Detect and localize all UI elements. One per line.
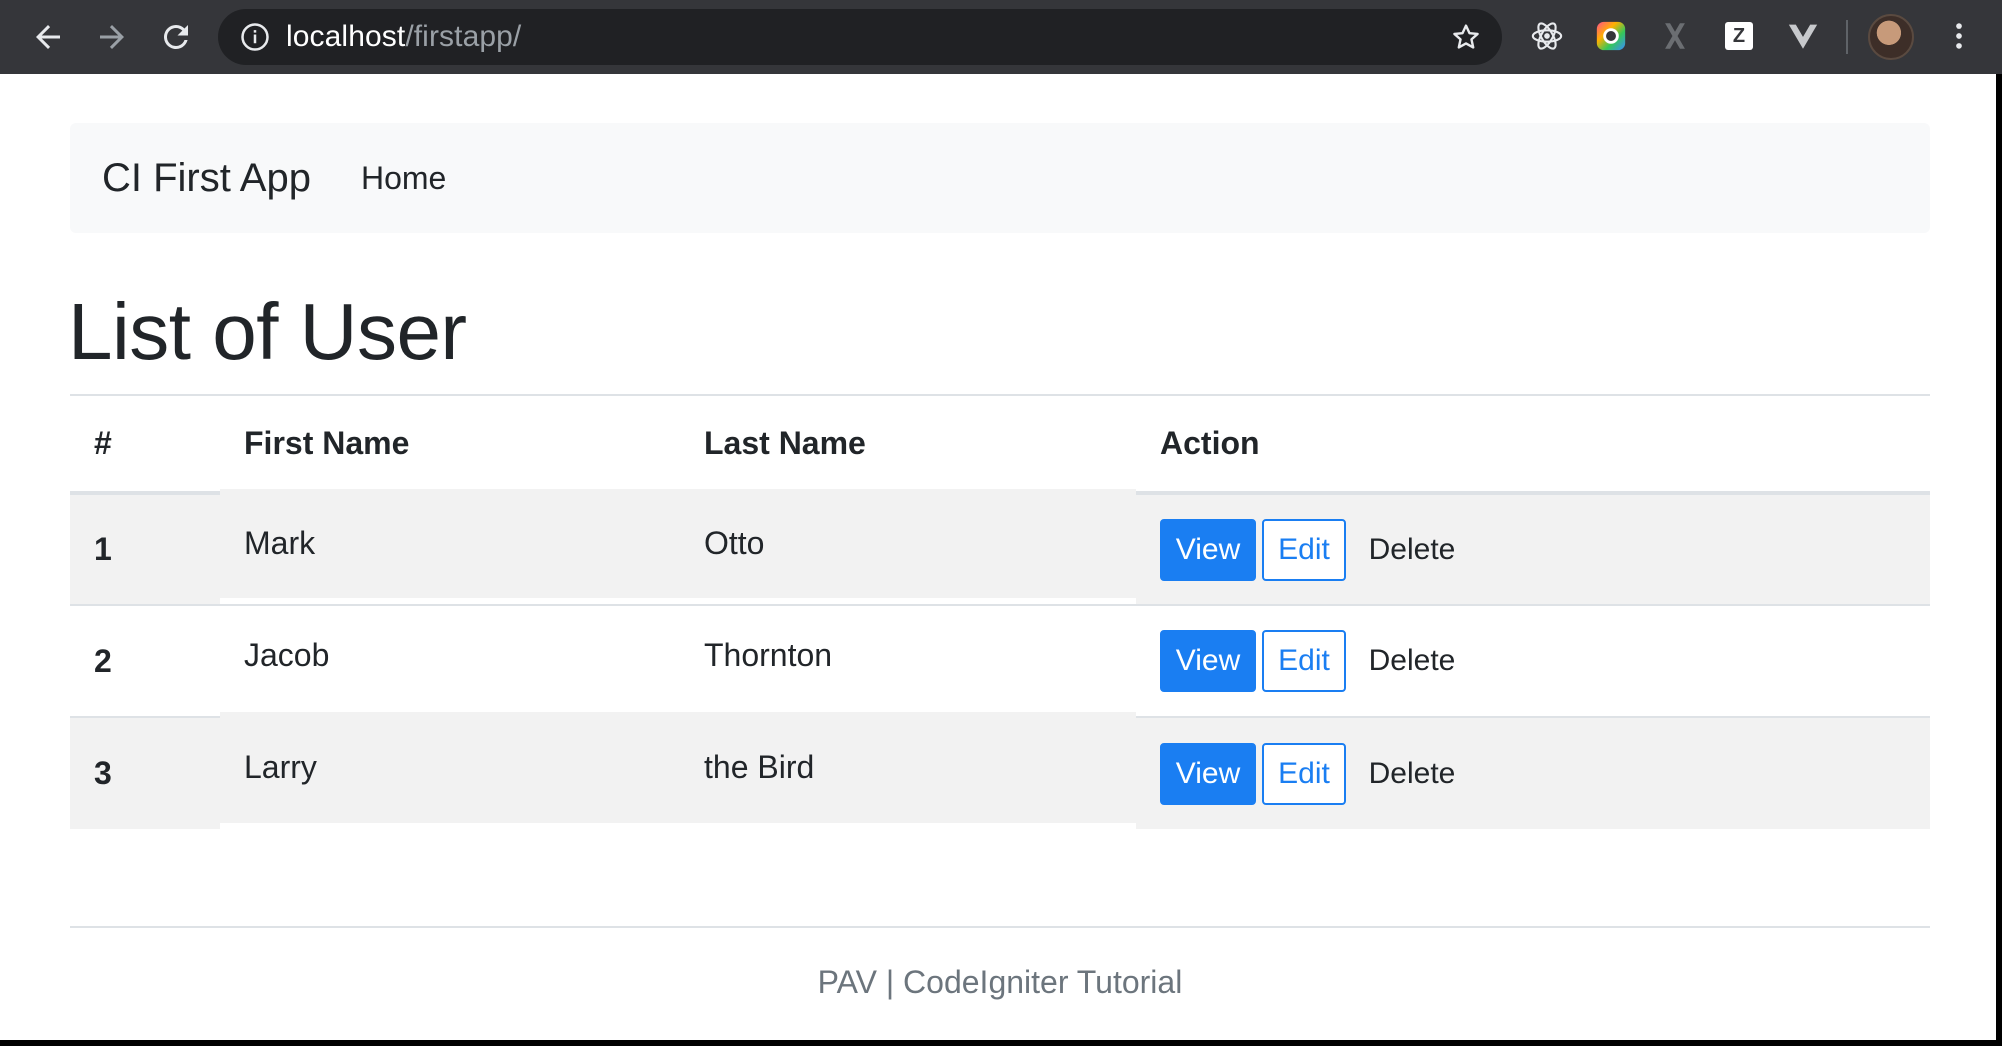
footer-divider <box>70 926 1930 928</box>
cell-id: 2 <box>70 604 220 717</box>
footer-text: PAV | CodeIgniter Tutorial <box>817 964 1183 1000</box>
navbar-brand[interactable]: CI First App <box>102 156 311 201</box>
toolbar-separator <box>1846 20 1848 54</box>
url-host: localhost <box>286 20 406 53</box>
cell-actions: View Edit Delete <box>1136 604 1930 717</box>
view-button[interactable]: View <box>1160 518 1256 581</box>
edit-button[interactable]: Edit <box>1262 630 1346 692</box>
react-devtools-icon[interactable] <box>1528 17 1566 55</box>
delete-button[interactable]: Delete <box>1358 519 1466 581</box>
vue-devtools-icon[interactable] <box>1784 17 1822 55</box>
view-button[interactable]: View <box>1160 630 1256 692</box>
x-extension-icon[interactable] <box>1656 17 1694 55</box>
delete-button[interactable]: Delete <box>1358 743 1466 805</box>
cell-id: 3 <box>70 716 220 829</box>
header-last-name: Last Name <box>680 394 1136 495</box>
users-table: # First Name Last Name Action 1 Mark Ott… <box>70 394 1930 829</box>
edit-button[interactable]: Edit <box>1262 518 1346 581</box>
header-action: Action <box>1136 394 1930 495</box>
reload-icon[interactable] <box>156 17 196 57</box>
cell-last-name: the Bird <box>680 710 1136 823</box>
action-group: View Edit Delete <box>1160 742 1930 805</box>
browser-toolbar: localhost/firstapp/ Z <box>0 0 2002 74</box>
cell-first-name: Jacob <box>220 598 680 711</box>
z-extension-letter: Z <box>1725 22 1753 50</box>
cell-id: 1 <box>70 492 220 605</box>
address-bar[interactable]: localhost/firstapp/ <box>218 9 1502 65</box>
table-row: 3 Larry the Bird View Edit Delete <box>70 710 1930 829</box>
url-text: localhost/firstapp/ <box>286 20 521 54</box>
cell-first-name: Mark <box>220 486 680 599</box>
kebab-menu-icon[interactable] <box>1940 17 1978 55</box>
window-bottom-border <box>0 1040 2002 1046</box>
color-picker-icon[interactable] <box>1592 17 1630 55</box>
view-button[interactable]: View <box>1160 742 1256 805</box>
cell-last-name: Otto <box>680 486 1136 599</box>
page-viewport: CI First App Home List of User # First N… <box>0 74 1996 1040</box>
action-group: View Edit Delete <box>1160 630 1930 692</box>
header-first-name: First Name <box>220 394 680 495</box>
url-path: /firstapp/ <box>405 20 522 53</box>
header-number: # <box>70 394 220 495</box>
cell-actions: View Edit Delete <box>1136 716 1930 829</box>
nav-link-home[interactable]: Home <box>361 160 446 197</box>
profile-avatar[interactable] <box>1868 14 1914 60</box>
star-icon[interactable] <box>1450 21 1482 53</box>
info-icon[interactable] <box>240 22 270 52</box>
cell-actions: View Edit Delete <box>1136 492 1930 605</box>
forward-arrow-icon[interactable] <box>92 17 132 57</box>
table-row: 2 Jacob Thornton View Edit Delete <box>70 598 1930 717</box>
edit-button[interactable]: Edit <box>1262 742 1346 805</box>
delete-button[interactable]: Delete <box>1358 630 1466 692</box>
window-right-border <box>1996 74 2002 1046</box>
cell-first-name: Larry <box>220 710 680 823</box>
table-header-row: # First Name Last Name Action <box>70 394 1930 495</box>
navbar: CI First App Home <box>70 123 1930 233</box>
table-row: 1 Mark Otto View Edit Delete <box>70 486 1930 605</box>
cell-last-name: Thornton <box>680 598 1136 711</box>
z-extension-icon[interactable]: Z <box>1720 17 1758 55</box>
action-group: View Edit Delete <box>1160 518 1930 581</box>
back-arrow-icon[interactable] <box>28 17 68 57</box>
page-title: List of User <box>68 287 467 376</box>
